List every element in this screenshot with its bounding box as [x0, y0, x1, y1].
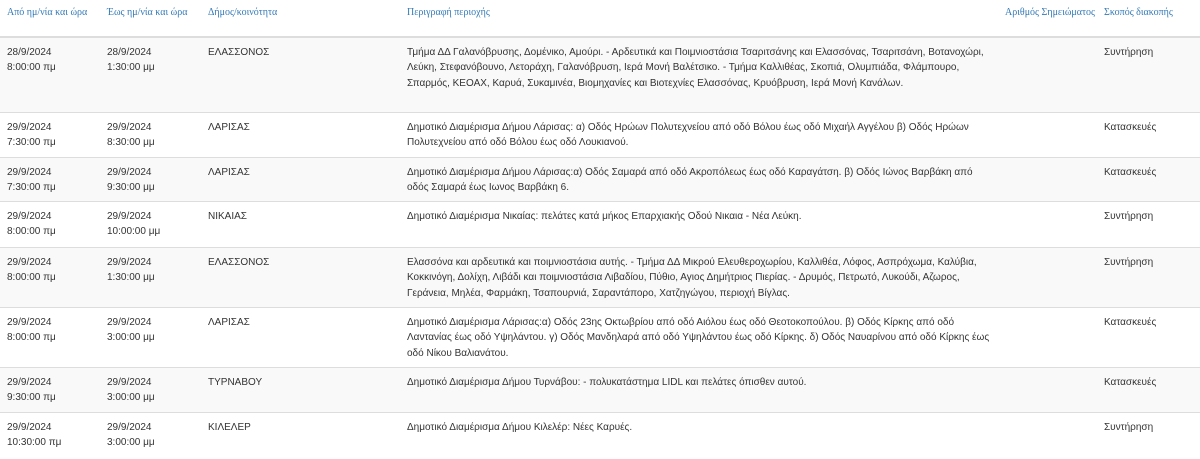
cell-from: 29/9/2024 8:00:00 πμ [0, 201, 100, 248]
from-time: 10:30:00 πμ [7, 436, 62, 448]
cell-from: 29/9/2024 7:30:00 πμ [0, 156, 100, 202]
from-date: 28/9/2024 [7, 47, 52, 58]
cell-from: 29/9/2024 9:30:00 πμ [0, 367, 100, 413]
to-date: 29/9/2024 [107, 257, 152, 269]
cell-to: 29/9/2024 3:00:00 μμ [100, 307, 201, 368]
cell-description: Δημοτικό Διαμέρισμα Νικαίας: πελάτες κατ… [400, 201, 998, 248]
column-header-to[interactable]: Έως ημ/νία και ώρα [100, 0, 201, 38]
from-date: 29/9/2024 [7, 257, 52, 269]
cell-reason: Κατασκευές [1097, 367, 1200, 413]
to-date: 28/9/2024 [107, 47, 152, 58]
to-time: 1:30:00 μμ [107, 62, 155, 74]
from-date: 29/9/2024 [7, 421, 52, 433]
from-time: 8:00:00 πμ [7, 272, 56, 284]
cell-to: 29/9/2024 10:00:00 μμ [100, 201, 201, 248]
column-header-municipality[interactable]: Δήμος/κοινότητα [201, 0, 400, 38]
cell-description: Δημοτικό Διαμέρισμα Δήμου Λάρισας: α) Οδ… [400, 112, 998, 158]
table-row: 28/9/2024 8:00:00 πμ 28/9/2024 1:30:00 μμ ΕΛ… [0, 36, 1200, 113]
cell-notice-number [998, 367, 1097, 413]
to-date: 29/9/2024 [107, 377, 152, 389]
cell-description: Δημοτικό Διαμέρισμα Δήμου Λάρισας:α) Οδό… [400, 156, 998, 202]
cell-municipality: ΛΑΡΙΣΑΣ [201, 307, 400, 368]
table-row: 29/9/2024 10:30:00 πμ 29/9/2024 3:00:00 μμ Κ… [0, 411, 1200, 457]
cell-municipality: ΛΑΡΙΣΑΣ [201, 112, 400, 158]
column-header-description[interactable]: Περιγραφή περιοχής [400, 0, 998, 38]
from-time: 9:30:00 πμ [7, 392, 56, 404]
from-time: 7:30:00 πμ [7, 181, 56, 193]
column-header-from[interactable]: Από ημ/νία και ώρα [0, 0, 100, 38]
from-time: 8:00:00 πμ [7, 226, 56, 238]
cell-reason: Κατασκευές [1097, 307, 1200, 368]
cell-to: 29/9/2024 8:30:00 μμ [100, 112, 201, 158]
cell-from: 29/9/2024 7:30:00 πμ [0, 112, 100, 158]
table-row: 29/9/2024 8:00:00 πμ 29/9/2024 10:00:00 μμ Ν… [0, 201, 1200, 248]
cell-notice-number [998, 411, 1097, 457]
table-row: 29/9/2024 8:00:00 πμ 29/9/2024 3:00:00 μμ ΛΑ… [0, 307, 1200, 368]
cell-reason: Συντήρηση [1097, 36, 1200, 113]
table-row: 29/9/2024 7:30:00 πμ 29/9/2024 8:30:00 μμ ΛΑ… [0, 112, 1200, 158]
cell-notice-number [998, 36, 1097, 113]
from-date: 29/9/2024 [7, 122, 52, 133]
to-time: 9:30:00 μμ [107, 181, 155, 193]
cell-notice-number [998, 156, 1097, 202]
cell-notice-number [998, 201, 1097, 248]
cell-to: 28/9/2024 1:30:00 μμ [100, 36, 201, 113]
from-time: 8:00:00 πμ [7, 62, 56, 74]
cell-from: 29/9/2024 8:00:00 πμ [0, 307, 100, 368]
cell-to: 29/9/2024 1:30:00 μμ [100, 247, 201, 308]
cell-notice-number [998, 112, 1097, 158]
cell-municipality: ΕΛΑΣΣΟΝΟΣ [201, 247, 400, 308]
cell-reason: Συντήρηση [1097, 411, 1200, 457]
to-time: 3:00:00 μμ [107, 332, 155, 344]
to-date: 29/9/2024 [107, 211, 152, 223]
cell-notice-number [998, 247, 1097, 308]
cell-municipality: ΤΥΡΝΑΒΟΥ [201, 367, 400, 413]
from-date: 29/9/2024 [7, 317, 52, 329]
cell-description: Δημοτικό Διαμέρισμα Δήμου Τυρνάβου: - πο… [400, 367, 998, 413]
cell-to: 29/9/2024 3:00:00 μμ [100, 367, 201, 413]
to-date: 29/9/2024 [107, 166, 152, 178]
cell-municipality: ΝΙΚΑΙΑΣ [201, 201, 400, 248]
to-time: 1:30:00 μμ [107, 272, 155, 284]
table-row: 29/9/2024 8:00:00 πμ 29/9/2024 1:30:00 μμ ΕΛ… [0, 247, 1200, 308]
column-header-notice-number[interactable]: Αριθμός Σημειώματος [998, 0, 1097, 38]
to-date: 29/9/2024 [107, 421, 152, 433]
to-time: 8:30:00 μμ [107, 137, 155, 149]
cell-municipality: ΚΙΛΕΛΕΡ [201, 411, 400, 457]
cell-description: Δημοτικό Διαμέρισμα Λάρισας:α) Οδός 23ης… [400, 307, 998, 368]
cell-from: 29/9/2024 10:30:00 πμ [0, 411, 100, 457]
from-time: 7:30:00 πμ [7, 137, 56, 149]
from-date: 29/9/2024 [7, 166, 52, 178]
from-date: 29/9/2024 [7, 377, 52, 389]
cell-reason: Συντήρηση [1097, 201, 1200, 248]
table-row: 29/9/2024 9:30:00 πμ 29/9/2024 3:00:00 μμ ΤΥ… [0, 367, 1200, 413]
cell-municipality: ΕΛΑΣΣΟΝΟΣ [201, 36, 400, 113]
cell-description: Δημοτικό Διαμέρισμα Δήμου Κιλελέρ: Νέες … [400, 411, 998, 457]
to-time: 3:00:00 μμ [107, 436, 155, 448]
cell-to: 29/9/2024 3:00:00 μμ [100, 411, 201, 457]
cell-to: 29/9/2024 9:30:00 μμ [100, 156, 201, 202]
to-date: 29/9/2024 [107, 317, 152, 329]
cell-from: 28/9/2024 8:00:00 πμ [0, 36, 100, 113]
cell-from: 29/9/2024 8:00:00 πμ [0, 247, 100, 308]
table-header-row: Από ημ/νία και ώρα Έως ημ/νία και ώρα Δή… [0, 0, 1200, 38]
cell-description: Ελασσόνα και αρδευτικά και ποιμνιοστάσια… [400, 247, 998, 308]
cell-reason: Κατασκευές [1097, 112, 1200, 158]
to-date: 29/9/2024 [107, 122, 152, 133]
from-date: 29/9/2024 [7, 211, 52, 223]
table-row: 29/9/2024 7:30:00 πμ 29/9/2024 9:30:00 μμ ΛΑ… [0, 156, 1200, 202]
outages-table: Από ημ/νία και ώρα Έως ημ/νία και ώρα Δή… [0, 0, 1200, 457]
cell-description: Τμήμα ΔΔ Γαλανόβρυσης, Δομένικο, Αμούρι.… [400, 36, 998, 113]
to-time: 3:00:00 μμ [107, 392, 155, 404]
from-time: 8:00:00 πμ [7, 332, 56, 344]
cell-reason: Συντήρηση [1097, 247, 1200, 308]
cell-municipality: ΛΑΡΙΣΑΣ [201, 156, 400, 202]
cell-notice-number [998, 307, 1097, 368]
to-time: 10:00:00 μμ [107, 226, 161, 238]
cell-reason: Κατασκευές [1097, 156, 1200, 202]
column-header-reason[interactable]: Σκοπός διακοπής [1097, 0, 1200, 38]
